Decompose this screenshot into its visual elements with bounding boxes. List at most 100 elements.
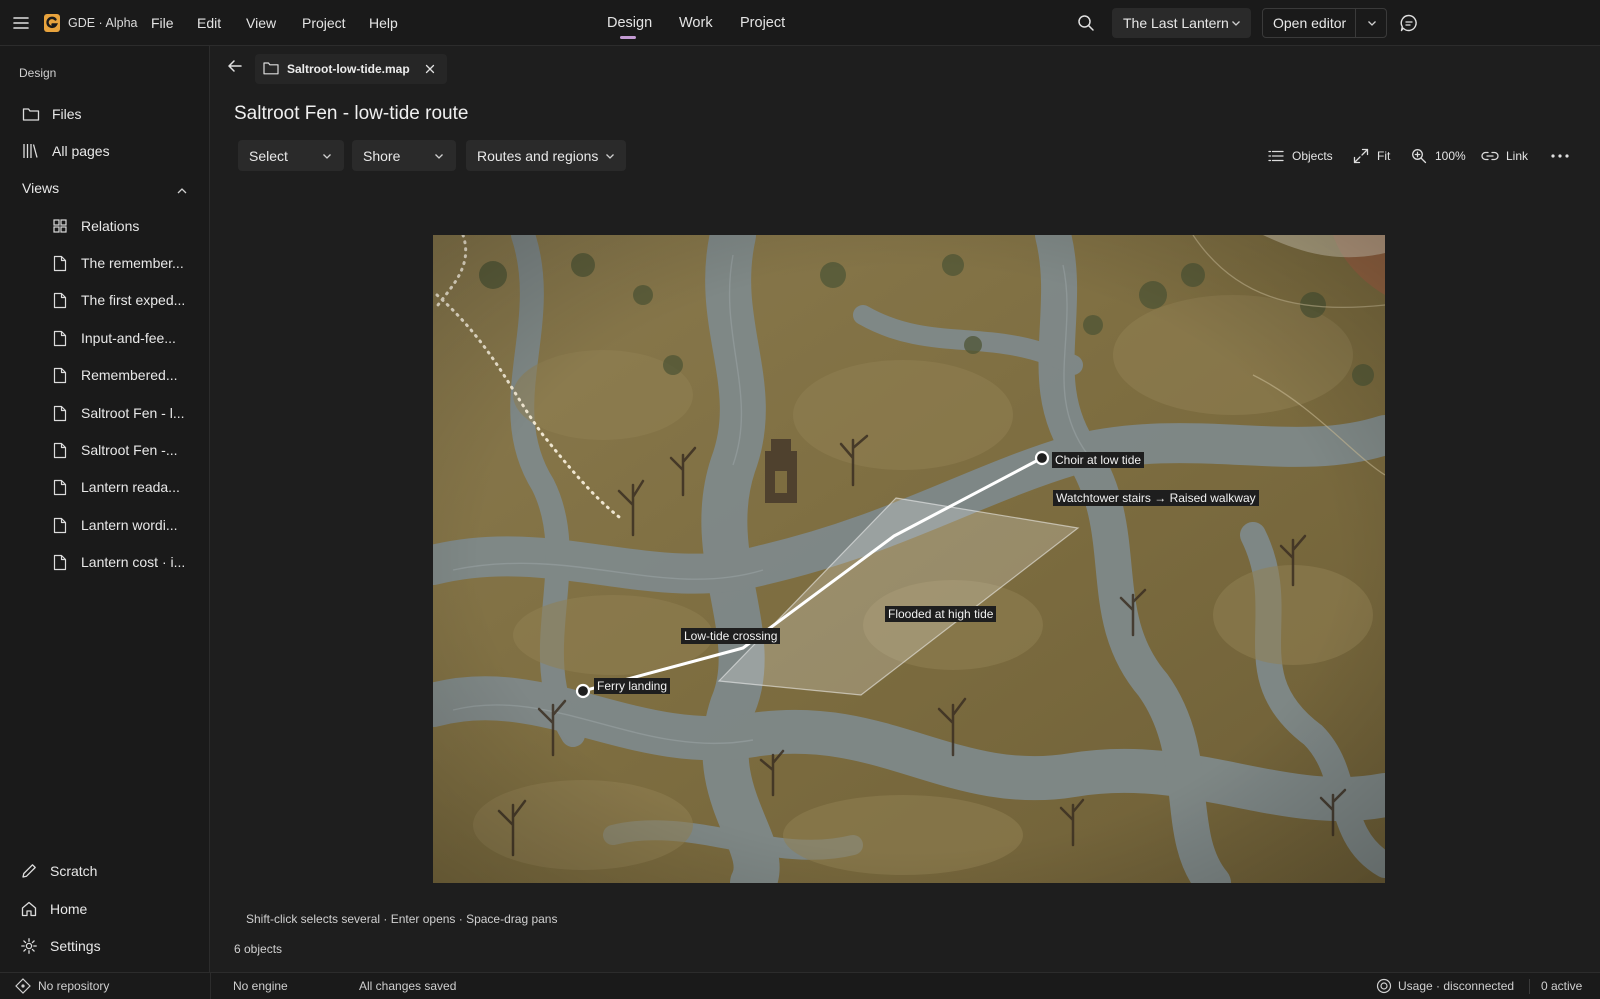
link-icon: [1481, 147, 1499, 165]
sidebar-item-settings[interactable]: Settings: [19, 929, 189, 963]
home-icon: [19, 899, 39, 919]
sidebar-item-label: Home: [50, 901, 88, 917]
menu-edit[interactable]: Edit: [197, 15, 221, 31]
sidebar-item-scratch[interactable]: Scratch: [19, 854, 189, 888]
menu-help[interactable]: Help: [369, 15, 398, 31]
sidebar-item-label: Input-and-fee...: [81, 330, 176, 346]
dropdown-label: Routes and regions: [477, 148, 599, 164]
project-selector[interactable]: The Last Lantern: [1112, 8, 1251, 38]
sidebar-item-relations[interactable]: Relations: [50, 209, 190, 243]
sidebar-item-label: Lantern cost · i...: [81, 554, 186, 570]
top-bar: GDE · Alpha File Edit View Project Help …: [0, 0, 1600, 46]
objects-button[interactable]: Objects: [1267, 146, 1333, 166]
git-icon: [15, 978, 31, 994]
page-icon: [50, 515, 70, 535]
back-arrow-icon[interactable]: [225, 56, 245, 76]
dropdown-label: Select: [249, 148, 288, 164]
zoom-level-button[interactable]: 100%: [1410, 146, 1466, 166]
status-divider: [210, 973, 211, 999]
status-divider: [1529, 979, 1530, 994]
sidebar-item-page[interactable]: Input-and-fee...: [50, 321, 190, 355]
zoom-icon: [1410, 147, 1428, 165]
engine-status[interactable]: No engine: [233, 979, 288, 993]
objects-label: Objects: [1292, 149, 1333, 163]
app-name: GDE · Alpha: [68, 16, 138, 30]
project-selector-label: The Last Lantern: [1123, 15, 1229, 31]
choir-point[interactable]: [1034, 450, 1050, 466]
status-bar: No repository No engine All changes save…: [0, 972, 1600, 999]
page-icon: [50, 477, 70, 497]
usage-icon: [1376, 978, 1392, 994]
sidebar-item-page[interactable]: Lantern reada...: [50, 470, 190, 504]
object-count: 6 objects: [234, 942, 283, 956]
menu-file[interactable]: File: [151, 15, 174, 31]
label-ferry[interactable]: Ferry landing: [594, 678, 671, 694]
page-icon: [50, 440, 70, 460]
more-options-icon[interactable]: [1549, 146, 1571, 166]
routes-regions-dropdown[interactable]: Routes and regions: [466, 140, 626, 171]
layer-dropdown[interactable]: Shore: [352, 140, 456, 171]
chevron-down-icon: [434, 151, 444, 161]
sidebar-item-label: Settings: [50, 938, 101, 954]
open-editor-dropdown-icon[interactable]: [1367, 18, 1377, 28]
views-label: Views: [22, 180, 60, 196]
page-title: Saltroot Fen - low-tide route: [234, 103, 469, 124]
repository-status[interactable]: No repository: [38, 979, 109, 993]
sidebar-item-page[interactable]: Saltroot Fen - l...: [50, 396, 190, 430]
sidebar-item-label: Scratch: [50, 863, 98, 879]
open-editor-button[interactable]: Open editor: [1262, 8, 1387, 38]
sidebar-item-label: Saltroot Fen -...: [81, 442, 178, 458]
sidebar-item-page[interactable]: Saltroot Fen -...: [50, 433, 190, 467]
sidebar-item-label: All pages: [52, 143, 110, 159]
chevron-down-icon: [605, 151, 615, 161]
chevron-down-icon: [1231, 18, 1241, 28]
page-icon: [50, 552, 70, 572]
sidebar-item-home[interactable]: Home: [19, 892, 189, 926]
sidebar: Design Files All pages Views Relations T…: [0, 46, 210, 972]
tab-project[interactable]: Project: [740, 15, 785, 31]
sidebar-item-label: The remember...: [81, 255, 184, 271]
tab-design[interactable]: Design: [607, 15, 652, 31]
usage-status[interactable]: Usage · disconnected: [1398, 979, 1514, 993]
sidebar-item-label: Remembered...: [81, 367, 178, 383]
page-icon: [50, 290, 70, 310]
tab-work[interactable]: Work: [679, 15, 713, 31]
sidebar-item-label: The first exped...: [81, 292, 186, 308]
link-button[interactable]: Link: [1481, 146, 1528, 166]
keyboard-hint: Shift-click selects several · Enter open…: [246, 912, 558, 926]
sidebar-item-page[interactable]: The first exped...: [50, 283, 190, 317]
sidebar-item-files[interactable]: Files: [21, 97, 191, 131]
fit-label: Fit: [1377, 149, 1391, 163]
split-divider: [1355, 9, 1356, 37]
label-crossing[interactable]: Low-tide crossing: [681, 628, 781, 644]
folder-icon: [21, 104, 41, 124]
sidebar-views-toggle[interactable]: Views: [22, 171, 172, 205]
sidebar-item-page[interactable]: The remember...: [50, 246, 190, 280]
fit-button[interactable]: Fit: [1352, 146, 1390, 166]
grid-icon: [50, 216, 70, 236]
chat-icon[interactable]: [1398, 12, 1420, 34]
close-icon[interactable]: [423, 62, 437, 76]
sidebar-item-label: Files: [52, 106, 82, 122]
chevron-up-icon[interactable]: [174, 183, 190, 199]
label-choir[interactable]: Choir at low tide: [1052, 452, 1145, 468]
active-tab-indicator: [620, 36, 636, 39]
file-tab[interactable]: Saltroot-low-tide.map: [255, 54, 447, 84]
sidebar-item-label: Lantern wordi...: [81, 517, 178, 533]
hamburger-menu-icon[interactable]: [11, 13, 31, 33]
sidebar-item-page[interactable]: Remembered...: [50, 358, 190, 392]
list-icon: [1267, 147, 1285, 165]
sidebar-item-page[interactable]: Lantern wordi...: [50, 508, 190, 542]
sidebar-item-page[interactable]: Lantern cost · i...: [50, 545, 190, 579]
sidebar-item-all-pages[interactable]: All pages: [21, 134, 191, 168]
ferry-landing-point[interactable]: [575, 683, 591, 699]
sidebar-heading: Design: [19, 66, 57, 80]
label-flooded[interactable]: Flooded at high tide: [885, 606, 997, 622]
menu-project[interactable]: Project: [302, 15, 346, 31]
menu-view[interactable]: View: [246, 15, 276, 31]
page-icon: [50, 253, 70, 273]
label-watchtower[interactable]: Watchtower stairs → Raised walkway: [1053, 490, 1259, 506]
map-canvas[interactable]: Choir at low tide Watchtower stairs → Ra…: [433, 235, 1385, 883]
search-icon[interactable]: [1075, 12, 1097, 34]
select-tool-dropdown[interactable]: Select: [238, 140, 344, 171]
